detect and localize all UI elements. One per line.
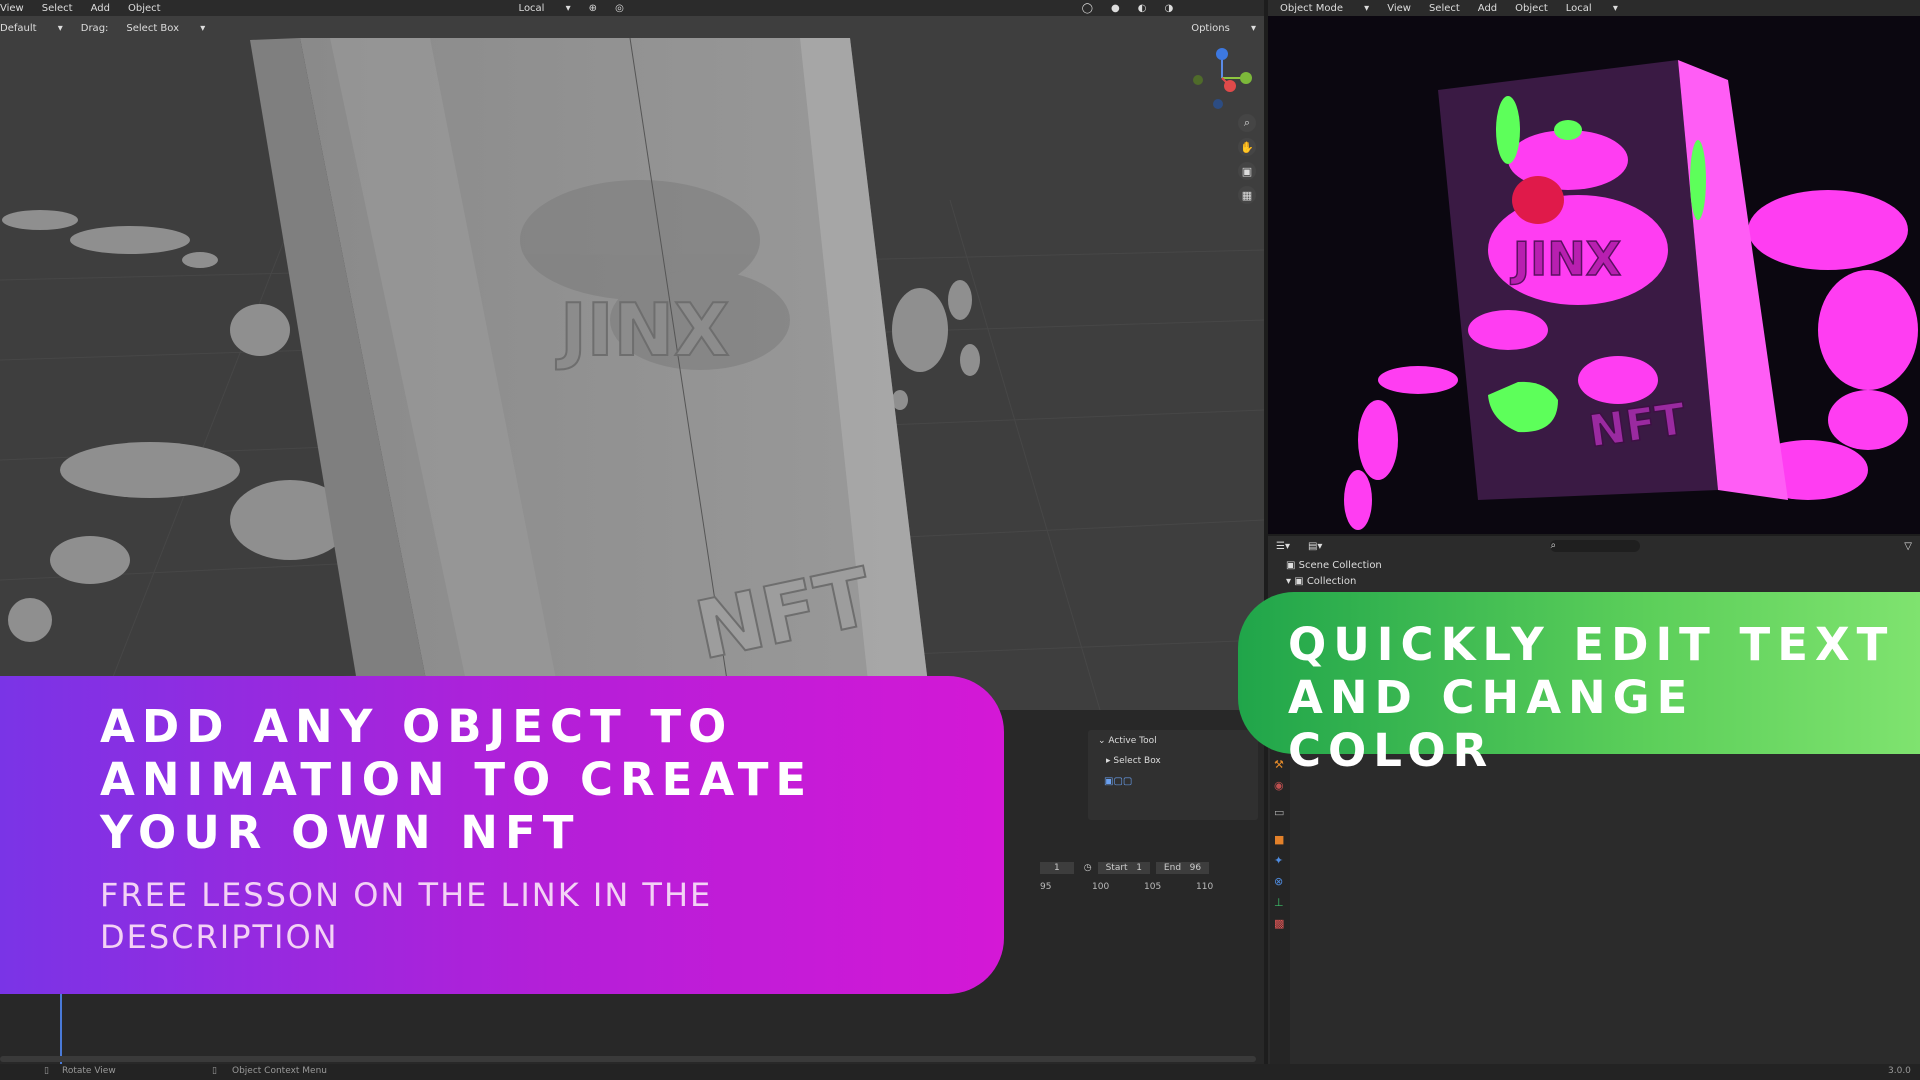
menu-select[interactable]: Select [42, 3, 73, 14]
selection-mode-icons[interactable]: ▣▢▢ [1104, 776, 1258, 787]
camera-icon[interactable]: ▣ [1238, 162, 1256, 180]
left-viewport-header: View Select Add Object Local ▾ ⊕ ◎ ◯ ● ◐… [0, 0, 1264, 16]
right-banner-title: QUICKLY EDIT TEXT AND CHANGE COLOR [1288, 618, 1895, 777]
timeline-scrollbar[interactable] [0, 1056, 1256, 1062]
display-mode-icon[interactable]: ▤▾ [1308, 541, 1322, 552]
drag-label: Drag: [80, 22, 109, 34]
scene-properties-icon[interactable]: ▭ [1274, 806, 1290, 819]
end-frame-field[interactable]: End 96 [1155, 862, 1210, 874]
menu-add-right[interactable]: Add [1478, 3, 1497, 14]
collection-row[interactable]: ▾ ▣ Collection [1286, 576, 1356, 587]
menu-object-right[interactable]: Object [1515, 3, 1548, 14]
editor-type-icon[interactable]: ☰▾ [1276, 541, 1290, 552]
select-box-label: Select Box [1113, 756, 1161, 766]
version-label: 3.0.0 [1888, 1066, 1911, 1076]
properties-tabs: ⚒ ◉ ▭ ■ ✦ ⊗ ⊥ ▩ [1270, 744, 1290, 1064]
active-tool-panel: ⌄ Active Tool ▸ Select Box ▣▢▢ [1088, 730, 1258, 820]
mode-select-value: Default [0, 22, 37, 34]
outliner-header: ☰▾ ▤▾ ⌕ ▽ [1268, 536, 1920, 556]
scene-collection-label: Scene Collection [1298, 560, 1382, 571]
menu-add[interactable]: Add [91, 3, 110, 14]
timeline-tick-110: 110 [1196, 882, 1214, 892]
left-3d-viewport[interactable]: JINX NFT View Select Add Object Local ▾ … [0, 0, 1264, 710]
drag-select[interactable]: Select Box ▾ [126, 23, 205, 34]
options-dropdown[interactable]: Options ▾ [1191, 23, 1256, 34]
menu-select-right[interactable]: Select [1429, 3, 1460, 14]
tool-settings-bar: Default ▾ Drag: Select Box ▾ Options ▾ [0, 20, 1264, 36]
outliner-search-input[interactable]: ⌕ [1550, 540, 1641, 552]
status-context-menu: Object Context Menu [232, 1066, 328, 1076]
modifier-properties-icon[interactable]: ✦ [1274, 854, 1290, 867]
right-rendered-viewport[interactable]: JINX NFT Object Mode ▾ View Select Add O… [1268, 0, 1920, 534]
options-label: Options [1191, 22, 1230, 34]
orientation-label-right: Local [1565, 2, 1592, 14]
object-mode-label: Object Mode [1280, 2, 1343, 14]
start-value: 1 [1136, 863, 1142, 873]
constraint-properties-icon[interactable]: ⊗ [1274, 875, 1290, 888]
shading-material-icon[interactable]: ◐ [1138, 3, 1147, 14]
status-rotate-view: Rotate View [62, 1066, 116, 1076]
orientation-dropdown-right[interactable]: Local ▾ [1566, 3, 1618, 14]
menu-object[interactable]: Object [128, 3, 161, 14]
mouse-right-icon: ▯ [212, 1066, 217, 1076]
active-tool-title: Active Tool [1108, 736, 1157, 746]
end-label: End [1163, 863, 1182, 873]
shading-rendered-icon[interactable]: ◑ [1164, 3, 1173, 14]
clock-icon[interactable]: ◷ [1084, 863, 1092, 873]
orientation-dropdown[interactable]: Local ▾ [519, 3, 571, 14]
timeline-tick-100: 100 [1092, 882, 1110, 892]
texture-properties-icon[interactable]: ▩ [1274, 917, 1290, 930]
menu-view-right[interactable]: View [1387, 3, 1411, 14]
proportional-edit-icon[interactable]: ◎ [615, 3, 624, 14]
select-box-icon: ▸ [1106, 756, 1111, 766]
render-properties-icon[interactable]: ◉ [1274, 779, 1290, 792]
object-properties-icon[interactable]: ■ [1274, 833, 1290, 846]
pan-hand-icon[interactable]: ✋ [1238, 138, 1256, 156]
select-box-tool[interactable]: ▸ Select Box [1106, 756, 1258, 766]
playhead[interactable] [60, 994, 62, 1064]
end-value: 96 [1189, 863, 1202, 873]
left-banner-title: ADD ANY OBJECT TO ANIMATION TO CREATE YO… [100, 700, 814, 859]
shading-wireframe-icon[interactable]: ◯ [1082, 3, 1093, 14]
status-bar: ▯ Rotate View ▯ Object Context Menu 3.0.… [0, 1064, 1920, 1080]
grid-perspective-icon[interactable]: ▦ [1238, 186, 1256, 204]
right-viewport-canvas[interactable]: JINX NFT [1268, 0, 1920, 534]
frame-controls: 1 ◷ Start 1 End 96 [1004, 860, 1264, 876]
zoom-icon[interactable]: ⌕ [1238, 114, 1256, 132]
timeline-tick-105: 105 [1144, 882, 1162, 892]
jinx-text-render: JINX [1510, 232, 1621, 286]
left-promo-banner: ADD ANY OBJECT TO ANIMATION TO CREATE YO… [0, 676, 1004, 994]
start-frame-field[interactable]: Start 1 [1097, 862, 1150, 874]
object-mode-dropdown[interactable]: Object Mode ▾ [1280, 3, 1369, 14]
timeline-tick-95: 95 [1040, 882, 1052, 892]
snap-icon[interactable]: ⊕ [589, 3, 597, 14]
mouse-left-icon: ▯ [44, 1066, 49, 1076]
menu-view[interactable]: View [0, 3, 24, 14]
scene-collection-row[interactable]: ▣ Scene Collection [1286, 560, 1382, 571]
right-viewport-header: Object Mode ▾ View Select Add Object Loc… [1268, 0, 1920, 16]
right-promo-banner: QUICKLY EDIT TEXT AND CHANGE COLOR [1238, 592, 1920, 777]
left-viewport-canvas[interactable]: JINX NFT [0, 0, 1264, 710]
current-frame-field[interactable]: 1 [1040, 862, 1074, 874]
start-label: Start [1105, 863, 1128, 873]
shading-solid-icon[interactable]: ● [1111, 3, 1120, 14]
orientation-label: Local [518, 2, 545, 14]
left-banner-subtitle: FREE LESSON ON THE LINK IN THE DESCRIPTI… [100, 876, 713, 956]
filter-icon[interactable]: ▽ [1904, 541, 1912, 552]
jinx-text-model: JINX [555, 288, 729, 372]
mode-select[interactable]: Default ▾ [0, 23, 63, 34]
collection-label: Collection [1306, 576, 1357, 587]
active-tool-header[interactable]: ⌄ Active Tool [1098, 736, 1258, 746]
data-properties-icon[interactable]: ⊥ [1274, 896, 1290, 909]
drag-select-value: Select Box [126, 22, 180, 34]
navigation-gizmo[interactable] [1186, 46, 1258, 112]
